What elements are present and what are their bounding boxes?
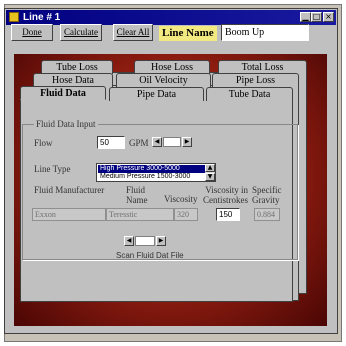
window-title: Line # 1 <box>23 12 61 23</box>
line-name-label: Line Name <box>159 26 217 41</box>
line-type-option-high[interactable]: High Pressure 3000-5000 <box>98 165 205 173</box>
title-bar[interactable]: Line # 1 ▁ □ × <box>6 10 336 25</box>
arrow-down-icon: ▼ <box>207 173 213 180</box>
flow-scroll-right[interactable]: ▶ <box>182 137 192 147</box>
tab-pipe-data[interactable]: Pipe Data <box>109 87 204 101</box>
tab-fluid-data[interactable]: Fluid Data <box>20 86 106 100</box>
fluid-name-field: Teresstic <box>106 208 174 221</box>
flow-scroll-track[interactable] <box>163 137 181 147</box>
flow-input[interactable]: 50 <box>97 136 125 149</box>
manufacturer-field: Exxon <box>32 208 106 221</box>
viscosity-field: 320 <box>174 208 198 221</box>
arrow-left-icon: ◀ <box>126 237 132 244</box>
scan-scroll-track[interactable] <box>135 236 155 246</box>
close-button[interactable]: × <box>323 12 334 22</box>
tab-tube-loss[interactable]: Tube Loss <box>41 60 113 74</box>
line-type-scrollbar[interactable]: ▲ ▼ <box>205 164 215 181</box>
line-name-input[interactable]: Boom Up <box>221 24 309 41</box>
clear-all-button[interactable]: Clear All <box>113 24 153 41</box>
group-title: Fluid Data Input <box>34 119 98 129</box>
col-viscosity-centistrokes: Viscosity in Centistrokes <box>203 185 248 205</box>
flow-scroll-left[interactable]: ◀ <box>152 137 162 147</box>
flow-label: Flow <box>34 138 53 148</box>
minimize-icon: ▁ <box>302 12 309 21</box>
close-icon: × <box>325 12 332 21</box>
calculate-button[interactable]: Calculate <box>60 24 102 41</box>
viscosity-cs-input[interactable]: 150 <box>216 208 240 221</box>
scroll-down-button[interactable]: ▼ <box>205 173 215 181</box>
line-type-option-medium[interactable]: Medium Pressure 1500-3000 <box>98 173 205 181</box>
arrow-left-icon: ◀ <box>154 138 160 145</box>
maximize-icon: □ <box>312 12 321 21</box>
col-viscosity: Viscosity <box>164 194 198 204</box>
tab-hose-loss[interactable]: Hose Loss <box>134 60 210 74</box>
tab-oil-velocity[interactable]: Oil Velocity <box>116 73 211 87</box>
line-type-list[interactable]: High Pressure 3000-5000 Medium Pressure … <box>96 163 216 182</box>
col-specific-gravity: Specific Gravity <box>252 185 282 205</box>
tab-total-loss[interactable]: Total Loss <box>218 60 307 74</box>
tab-tube-data[interactable]: Tube Data <box>206 87 293 101</box>
scan-fluid-file-label: Scan Fluid Dat File <box>116 251 184 260</box>
tab-hose-data[interactable]: Hose Data <box>33 73 113 87</box>
minimize-button[interactable]: ▁ <box>300 12 311 22</box>
scroll-up-button[interactable]: ▲ <box>205 164 215 172</box>
col-fluid-manufacturer: Fluid Manufacturer <box>34 185 105 195</box>
scan-scroll-left[interactable]: ◀ <box>124 236 134 246</box>
arrow-right-icon: ▶ <box>158 237 164 244</box>
specific-gravity-field: 0.884 <box>254 208 280 221</box>
arrow-up-icon: ▲ <box>207 164 213 171</box>
done-button[interactable]: Done <box>11 24 53 41</box>
arrow-right-icon: ▶ <box>184 138 190 145</box>
scan-scroll-right[interactable]: ▶ <box>156 236 166 246</box>
col-fluid-name: Fluid Name <box>126 185 148 205</box>
tab-pipe-loss[interactable]: Pipe Loss <box>212 73 299 87</box>
maximize-button[interactable]: □ <box>311 12 322 22</box>
app-icon <box>9 12 19 22</box>
line-type-label: Line Type <box>34 164 71 174</box>
flow-unit: GPM <box>129 138 149 148</box>
